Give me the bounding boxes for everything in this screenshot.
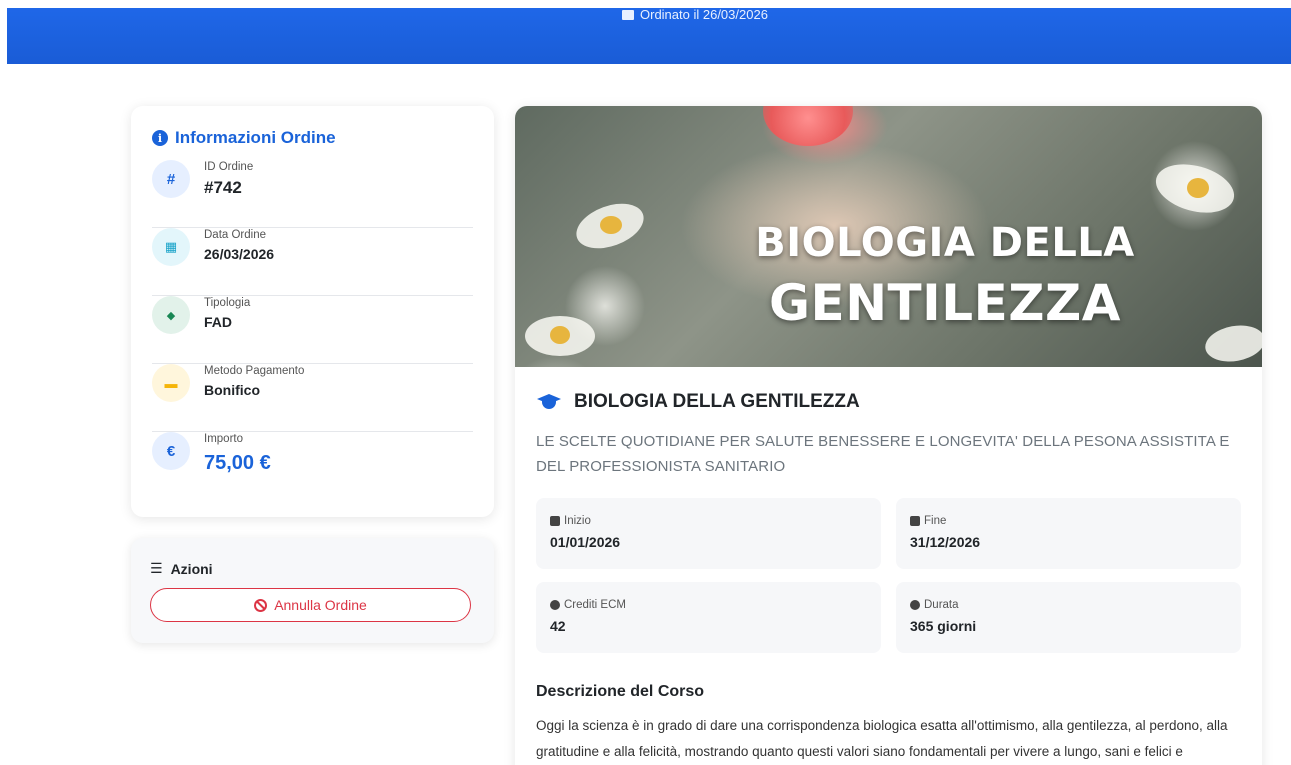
euro-icon: € [152, 432, 190, 470]
end-date-value: 31/12/2026 [910, 534, 981, 550]
duration-value: 365 giorni [910, 618, 977, 634]
type-row: ◆ Tipologia FAD [152, 296, 473, 364]
ecm-credits-box: Crediti ECM 42 [536, 582, 881, 653]
award-icon [550, 600, 560, 610]
info-circle-icon: i [152, 130, 168, 146]
ecm-credits-value: 42 [550, 618, 566, 634]
ecm-credits-label: Crediti ECM [564, 599, 626, 611]
calendar-check-icon [910, 516, 920, 526]
banner-title-line1: BIOLOGIA DELLA [755, 220, 1135, 266]
order-date-header: Ordinato il 26/03/2026 [622, 8, 768, 22]
daisy-center [600, 216, 622, 234]
graduation-cap-icon [536, 392, 562, 412]
calendar-icon: ▦ [152, 228, 190, 266]
order-date-label: Data Ordine [204, 229, 267, 241]
order-info-title-text: Informazioni Ordine [175, 128, 336, 147]
type-label: Tipologia [204, 297, 251, 309]
amount-label: Importo [204, 433, 243, 445]
ban-icon [254, 598, 268, 612]
cancel-order-button[interactable]: Annulla Ordine [150, 588, 471, 622]
order-id-row: # ID Ordine #742 [152, 160, 473, 228]
course-subtitle: LE SCELTE QUOTIDIANE PER SALUTE BENESSER… [536, 433, 1230, 475]
course-title-text: BIOLOGIA DELLA GENTILEZZA [574, 391, 860, 412]
type-value: FAD [204, 314, 232, 330]
course-description-title: Descrizione del Corso [536, 683, 705, 700]
amount-row: € Importo 75,00 € [152, 432, 473, 500]
daisy-center [550, 326, 570, 344]
calendar-icon [622, 10, 634, 20]
end-date-label: Fine [924, 515, 947, 527]
payment-method-row: ▬ Metodo Pagamento Bonifico [152, 364, 473, 432]
end-date-box: Fine 31/12/2026 [896, 498, 1241, 569]
order-date-text: Ordinato il 26/03/2026 [640, 7, 768, 22]
heart-shape [763, 106, 853, 146]
start-date-value: 01/01/2026 [550, 534, 621, 550]
calendar-icon [550, 516, 560, 526]
sliders-icon: ☰ [150, 560, 163, 576]
order-info-card: i Informazioni Ordine # ID Ordine #742 ▦… [131, 106, 494, 517]
course-description-text: Oggi la scienza è in grado di dare una c… [536, 718, 1228, 759]
payment-method-value: Bonifico [204, 382, 260, 398]
daisy-petal [1202, 321, 1262, 366]
start-date-label: Inizio [564, 515, 591, 527]
course-title: BIOLOGIA DELLA GENTILEZZA [536, 391, 1241, 413]
banner-title-line2: GENTILEZZA [769, 274, 1121, 332]
amount-value: 75,00 € [204, 452, 271, 474]
tag-icon: ◆ [152, 296, 190, 334]
order-id-value: #742 [204, 178, 242, 197]
hash-icon: # [152, 160, 190, 198]
order-date-row: ▦ Data Ordine 26/03/2026 [152, 228, 473, 296]
course-card: BIOLOGIA DELLA GENTILEZZA BIOLOGIA DELLA… [515, 106, 1262, 765]
duration-box: Durata 365 giorni [896, 582, 1241, 653]
daisy-center [1187, 178, 1209, 198]
actions-title: ☰ Azioni [150, 560, 473, 577]
credit-card-icon: ▬ [152, 364, 190, 402]
actions-title-text: Azioni [170, 560, 213, 577]
duration-label: Durata [924, 599, 959, 611]
course-stats-grid: Inizio 01/01/2026 Fine 31/12/2026 Credit… [536, 498, 1241, 653]
page-header-banner: Ordinato il 26/03/2026 [7, 8, 1291, 64]
cancel-order-label: Annulla Ordine [274, 597, 367, 613]
clock-icon [910, 600, 920, 610]
order-date-value: 26/03/2026 [204, 246, 275, 262]
actions-card: ☰ Azioni Annulla Ordine [131, 538, 494, 643]
start-date-box: Inizio 01/01/2026 [536, 498, 881, 569]
order-info-title: i Informazioni Ordine [152, 128, 473, 148]
payment-method-label: Metodo Pagamento [204, 365, 305, 377]
order-id-label: ID Ordine [204, 161, 254, 173]
course-banner-image: BIOLOGIA DELLA GENTILEZZA [515, 106, 1262, 367]
